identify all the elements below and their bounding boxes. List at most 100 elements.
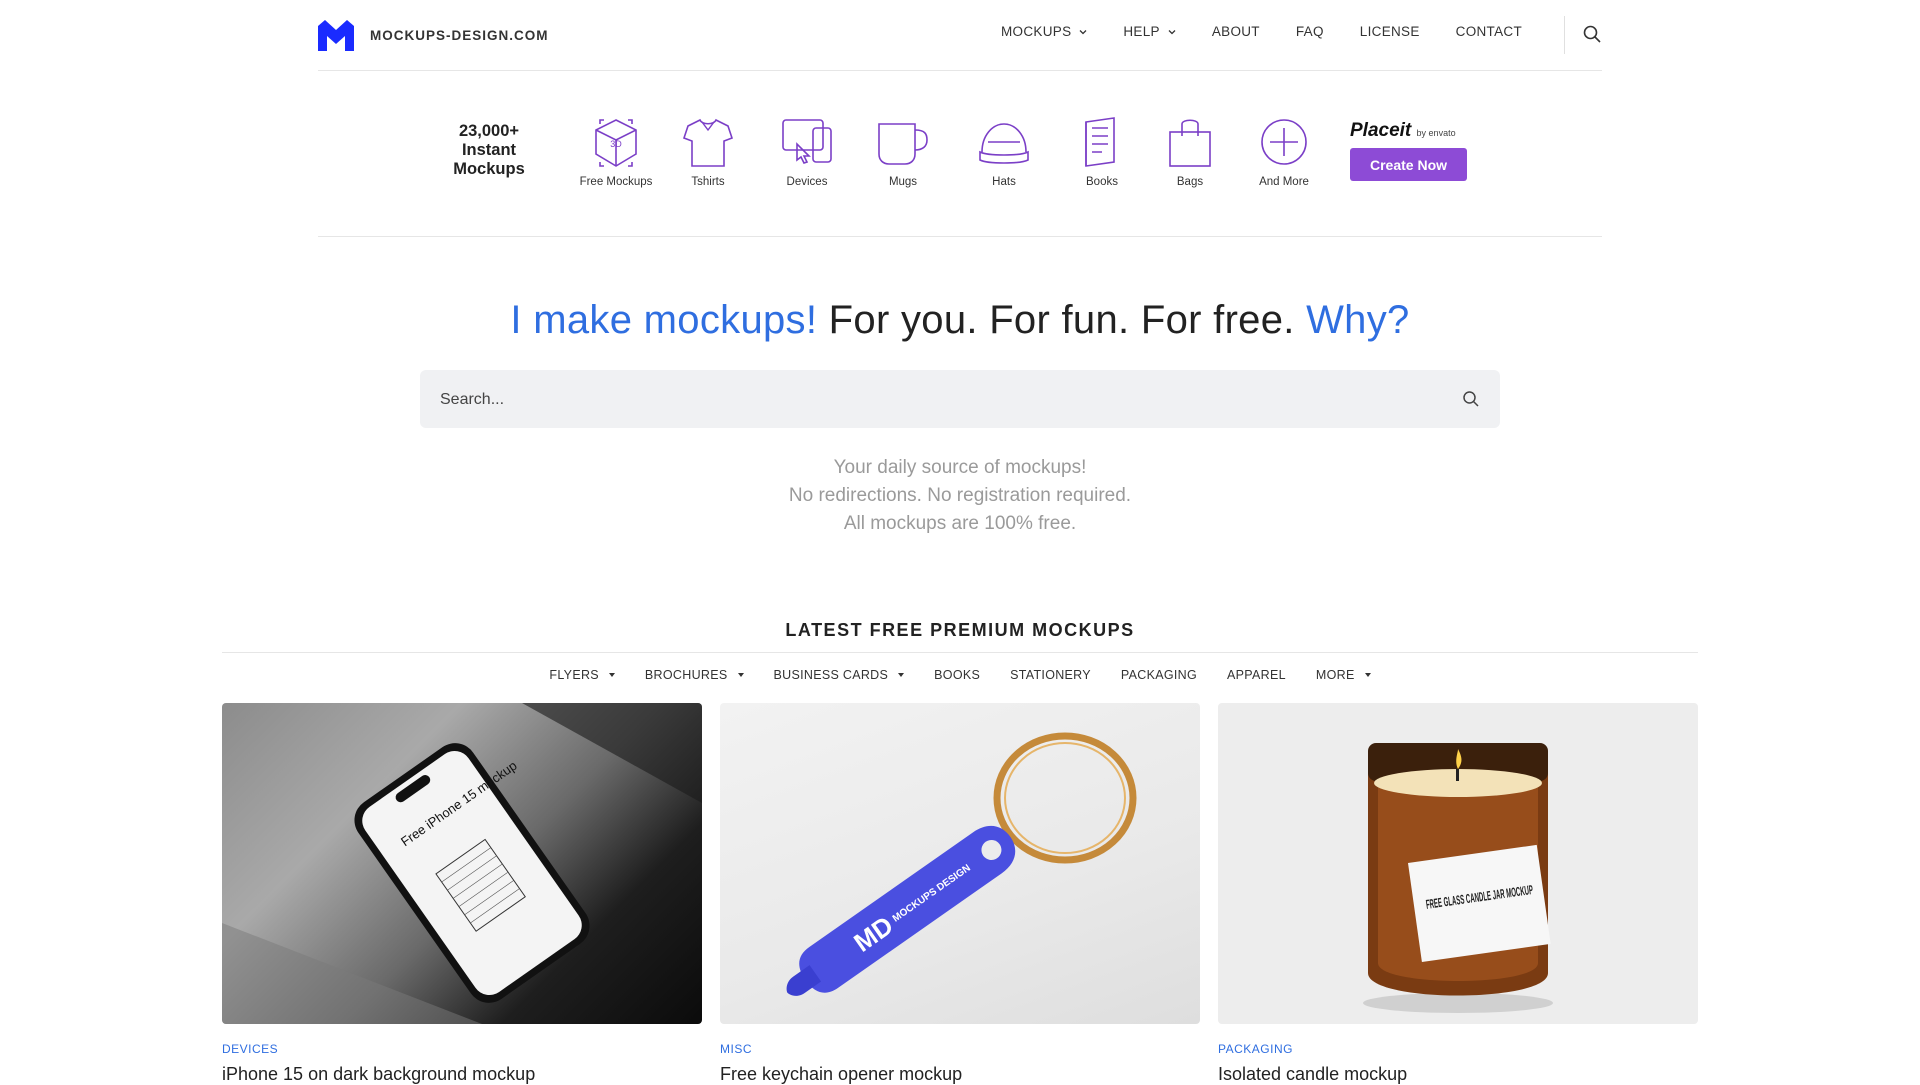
placeit-by-envato: by envato	[1416, 128, 1456, 138]
hat-icon	[979, 123, 1029, 164]
filter-apparel[interactable]: APPAREL	[1227, 668, 1286, 682]
category-label: And More	[1259, 176, 1309, 188]
mockup-card[interactable]: Free iPhone 15 mockup DEVICES iPhone 15 …	[222, 703, 702, 1085]
nav-about[interactable]: ABOUT	[1212, 24, 1260, 39]
category-tshirts[interactable]: Tshirts	[658, 114, 758, 188]
placeit-promo: Placeit by envato Create Now	[1350, 120, 1470, 181]
site-header: MOCKUPS-DESIGN.COM MOCKUPS HELP ABOUT FA…	[318, 0, 1602, 71]
mockup-thumbnail[interactable]: Free iPhone 15 mockup	[222, 703, 702, 1024]
mockup-thumbnail[interactable]: MD MOCKUPS DESIGN	[720, 703, 1200, 1024]
search-icon[interactable]	[1462, 390, 1480, 408]
nav-divider	[1564, 16, 1565, 54]
brand-name: MOCKUPS-DESIGN.COM	[370, 28, 549, 43]
svg-text:3D: 3D	[610, 139, 622, 149]
tshirt-icon	[682, 118, 734, 167]
category-label: Books	[1086, 176, 1118, 188]
main-nav: MOCKUPS HELP ABOUT FAQ LICENSE CONTACT	[965, 24, 1522, 39]
category-mugs[interactable]: Mugs	[853, 114, 953, 188]
nav-label: HELP	[1123, 24, 1160, 39]
nav-license[interactable]: LICENSE	[1360, 24, 1420, 39]
section-divider	[222, 652, 1698, 653]
category-hats[interactable]: Hats	[954, 114, 1054, 188]
chevron-down-icon	[1168, 29, 1176, 34]
site-logo[interactable]: MOCKUPS-DESIGN.COM	[318, 20, 549, 51]
nav-contact[interactable]: CONTACT	[1456, 24, 1522, 39]
caret-down-icon	[608, 673, 615, 677]
bag-icon	[1169, 119, 1211, 167]
category-label: Devices	[786, 176, 828, 188]
count-line: Mockups	[453, 160, 525, 178]
caret-down-icon	[737, 673, 744, 677]
tagline-line: Your daily source of mockups!	[833, 457, 1087, 478]
placeit-wordmark: Placeit	[1350, 120, 1412, 141]
category-filters: FLYERS BROCHURES BUSINESS CARDS BOOKS ST…	[0, 668, 1920, 682]
filter-label: BROCHURES	[644, 668, 728, 682]
mockup-thumbnail[interactable]: FREE GLASS CANDLE JAR MOCKUP	[1218, 703, 1698, 1024]
card-category[interactable]: DEVICES	[222, 1042, 702, 1056]
filter-label: FLYERS	[549, 668, 599, 682]
filter-label: PACKAGING	[1120, 668, 1198, 682]
nav-label: MOCKUPS	[1001, 24, 1072, 39]
logo-icon	[318, 20, 354, 51]
chevron-down-icon	[1079, 29, 1087, 34]
search-input[interactable]	[438, 370, 1422, 430]
filter-label: MORE	[1315, 668, 1355, 682]
category-and-more[interactable]: And More	[1234, 114, 1334, 188]
candle-illustration: FREE GLASS CANDLE JAR MOCKUP	[1363, 743, 1553, 1013]
placeit-logo: Placeit by envato	[1350, 120, 1470, 142]
category-label: Hats	[992, 176, 1016, 188]
tagline: Your daily source of mockups! No redirec…	[0, 454, 1920, 538]
filter-label: STATIONERY	[1010, 668, 1091, 682]
filter-label: BOOKS	[934, 668, 981, 682]
category-label: Free Mockups	[579, 176, 653, 188]
mockup-card[interactable]: MD MOCKUPS DESIGN MISC Free keychain ope…	[720, 703, 1200, 1085]
filter-label: BUSINESS CARDS	[773, 668, 889, 682]
card-title[interactable]: iPhone 15 on dark background mockup	[222, 1064, 702, 1085]
cube-3d-icon: 3D	[595, 119, 637, 167]
nav-mockups[interactable]: MOCKUPS	[1001, 24, 1087, 39]
mockup-card[interactable]: FREE GLASS CANDLE JAR MOCKUP PACKAGING I…	[1218, 703, 1698, 1085]
keychain-illustration: MD MOCKUPS DESIGN	[786, 732, 1137, 996]
filter-more[interactable]: MORE	[1316, 668, 1371, 682]
category-label: Mugs	[888, 176, 918, 188]
card-title[interactable]: Free keychain opener mockup	[720, 1064, 1200, 1085]
category-free-mockups[interactable]: 3D Free Mockups	[566, 114, 666, 188]
category-devices[interactable]: Devices	[757, 114, 857, 188]
filter-books[interactable]: BOOKS	[934, 668, 980, 682]
card-category[interactable]: MISC	[720, 1042, 1200, 1056]
placeit-banner: 23,000+ Instant Mockups 3D Free Mockups …	[318, 70, 1602, 237]
filter-stationery[interactable]: STATIONERY	[1010, 668, 1091, 682]
filter-brochures[interactable]: BROCHURES	[645, 668, 744, 682]
card-title[interactable]: Isolated candle mockup	[1218, 1064, 1698, 1085]
phone-illustration: Free iPhone 15 mockup	[222, 703, 702, 1024]
count-line: Instant	[461, 141, 517, 159]
tagline-line: No redirections. No registration require…	[788, 485, 1132, 506]
filter-business-cards[interactable]: BUSINESS CARDS	[774, 668, 905, 682]
count-line: 23,000+	[458, 122, 520, 140]
devices-icon	[782, 119, 832, 164]
caret-down-icon	[1364, 673, 1371, 677]
filter-flyers[interactable]: FLYERS	[549, 668, 615, 682]
plus-circle-icon	[1261, 119, 1307, 165]
hero-heading: I make mockups! For you. For fun. For fr…	[0, 298, 1920, 343]
category-label: Bags	[1176, 176, 1204, 188]
create-now-button[interactable]: Create Now	[1350, 148, 1467, 181]
why-link[interactable]: Why?	[1306, 298, 1409, 342]
nav-help[interactable]: HELP	[1123, 24, 1176, 39]
tagline-line: All mockups are 100% free.	[843, 513, 1077, 534]
caret-down-icon	[898, 673, 905, 677]
filter-label: APPAREL	[1227, 668, 1286, 682]
mug-icon	[878, 123, 928, 165]
search-bar	[420, 370, 1500, 430]
hero-text: For you. For fun. For free.	[817, 298, 1307, 342]
filter-packaging[interactable]: PACKAGING	[1121, 668, 1197, 682]
book-icon	[1085, 117, 1115, 167]
card-category[interactable]: PACKAGING	[1218, 1042, 1698, 1056]
nav-faq[interactable]: FAQ	[1296, 24, 1324, 39]
category-books[interactable]: Books	[1052, 114, 1152, 188]
latest-section-title: LATEST FREE PREMIUM MOCKUPS	[785, 620, 1135, 640]
hero-highlight: I make mockups!	[510, 298, 818, 342]
category-bags[interactable]: Bags	[1140, 114, 1240, 188]
search-icon[interactable]	[1582, 24, 1602, 44]
instant-mockups-count: 23,000+ Instant Mockups	[445, 122, 533, 179]
